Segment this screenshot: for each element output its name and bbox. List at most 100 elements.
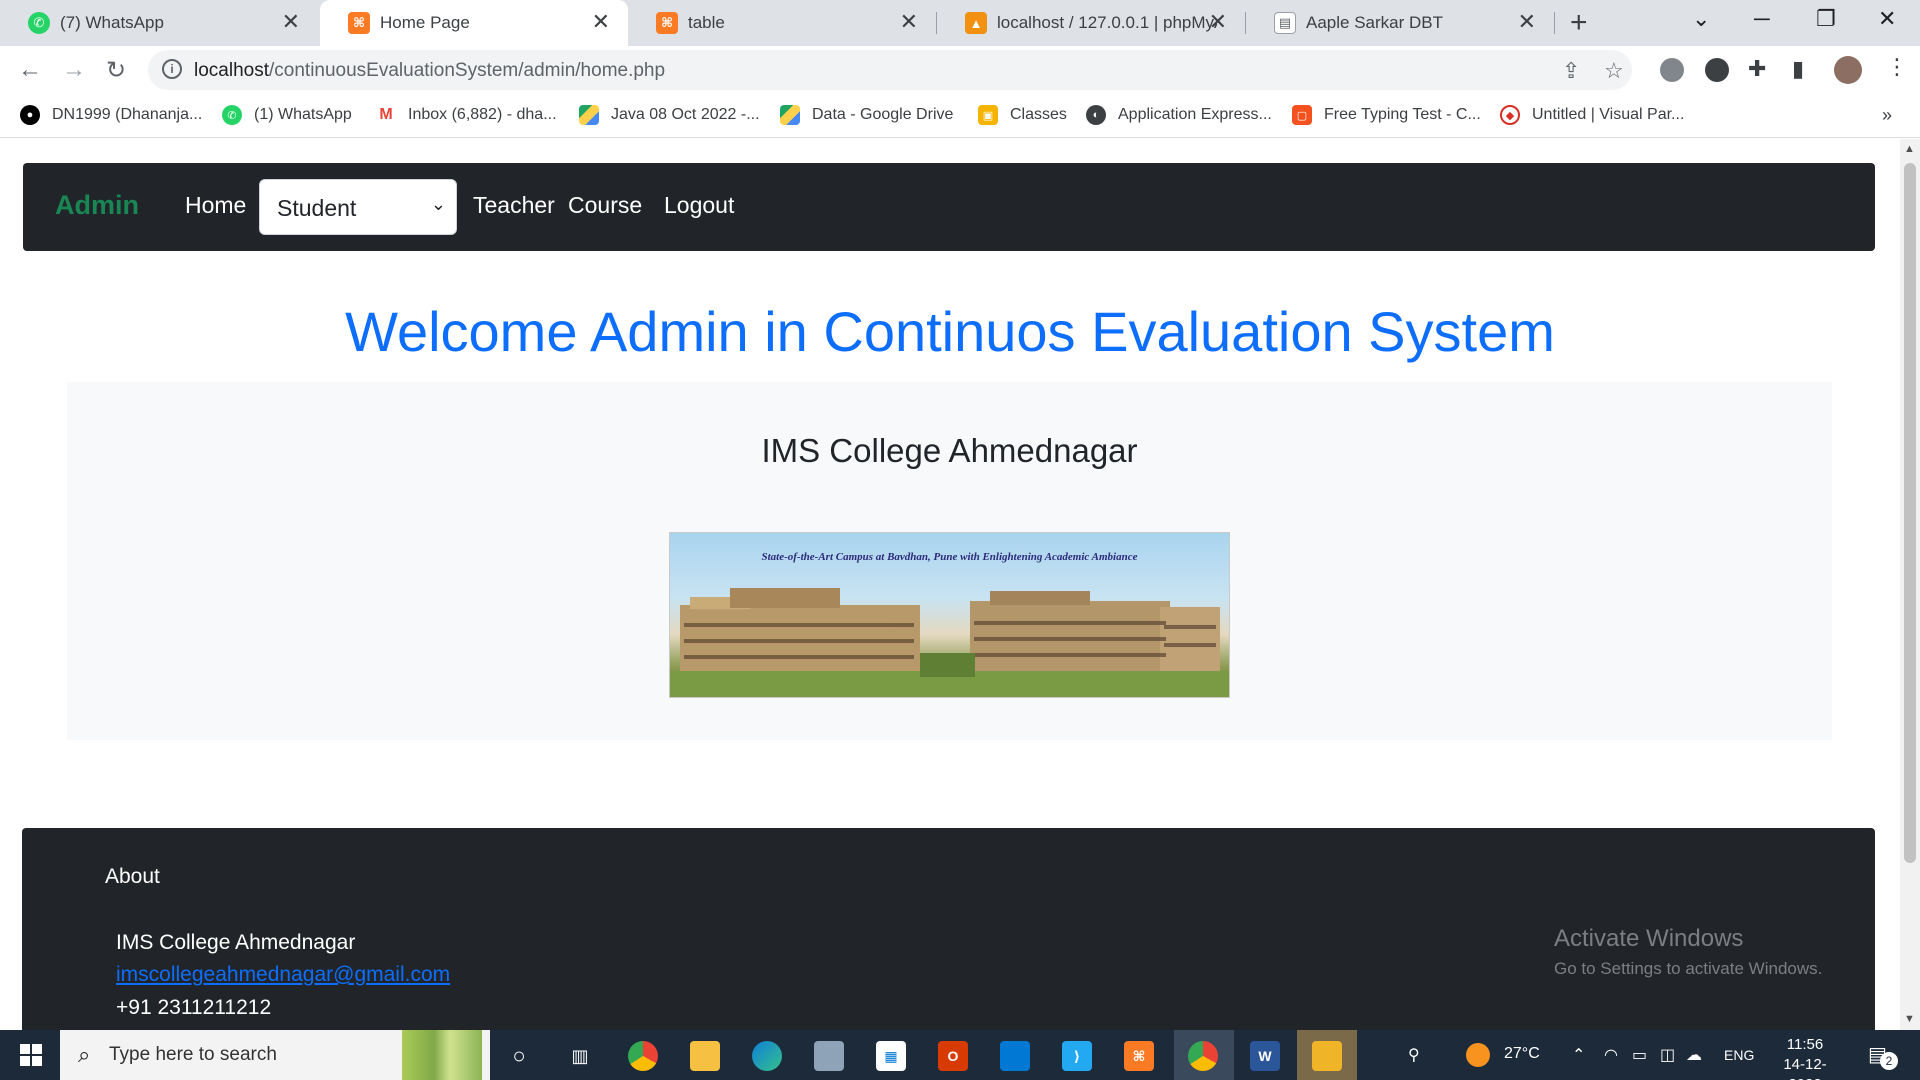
file-manager-icon[interactable] xyxy=(1312,1041,1342,1071)
task-view-icon[interactable]: ▥ xyxy=(565,1041,595,1071)
bookmark-item[interactable]: Data - Google Drive xyxy=(780,105,953,125)
restore-icon[interactable]: ❐ xyxy=(1816,6,1836,32)
network-icon[interactable]: ◠ xyxy=(1604,1045,1618,1065)
snipping-tool-icon[interactable] xyxy=(814,1041,844,1071)
nav-home-link[interactable]: Home xyxy=(185,192,246,219)
classroom-icon: ▣ xyxy=(978,105,998,125)
nav-course-link[interactable]: Course xyxy=(568,192,642,219)
search-icon: ⌕ xyxy=(78,1042,91,1067)
battery-icon[interactable]: ▭ xyxy=(1632,1045,1647,1065)
tab-whatsapp[interactable]: ✆ (7) WhatsApp ✕ xyxy=(0,0,318,46)
edge-icon[interactable] xyxy=(752,1041,782,1071)
close-tab-icon[interactable]: ✕ xyxy=(282,10,300,34)
close-window-icon[interactable]: ✕ xyxy=(1878,6,1896,32)
chat-icon: ▢ xyxy=(1292,105,1312,125)
scrollbar-thumb[interactable] xyxy=(1904,163,1916,863)
nav-teacher-link[interactable]: Teacher xyxy=(473,192,555,219)
reload-icon[interactable]: ↻ xyxy=(106,56,126,85)
bookmark-label: (1) WhatsApp xyxy=(254,106,352,123)
url-text[interactable]: localhost/continuousEvaluationSystem/adm… xyxy=(194,60,665,82)
bookmark-item[interactable]: Java 08 Oct 2022 -... xyxy=(579,105,760,125)
vscode-icon[interactable]: ⟩ xyxy=(1062,1041,1092,1071)
weather-temp[interactable]: 27°C xyxy=(1504,1045,1540,1063)
tab-title: Home Page xyxy=(380,13,470,32)
tab-title: Aaple Sarkar DBT xyxy=(1306,13,1443,32)
close-tab-icon[interactable]: ✕ xyxy=(1518,10,1536,34)
watermark-title: Activate Windows xyxy=(1554,925,1744,952)
people-icon[interactable]: ⚲ xyxy=(1408,1045,1420,1065)
student-select[interactable]: Student ⌄ xyxy=(259,179,457,235)
extension-cube-icon[interactable] xyxy=(1660,58,1684,82)
google-drive-icon xyxy=(780,105,800,125)
site-info-icon[interactable]: i xyxy=(162,59,182,79)
microsoft-store-icon[interactable]: ▦ xyxy=(876,1041,906,1071)
side-panel-icon[interactable]: ▮ xyxy=(1792,56,1804,82)
visual-paradigm-icon: ◆ xyxy=(1500,105,1520,125)
bookmark-label: DN1999 (Dhananja... xyxy=(52,106,203,123)
chrome-taskbar-icon[interactable] xyxy=(628,1041,658,1071)
tab-aaple-sarkar[interactable]: ▤ Aaple Sarkar DBT ✕ xyxy=(1246,0,1554,46)
profile-avatar[interactable] xyxy=(1834,56,1862,84)
taskbar-search-box[interactable]: ⌕ Type here to search xyxy=(60,1030,490,1080)
address-bar[interactable]: i localhost/continuousEvaluationSystem/a… xyxy=(148,50,1632,90)
bookmark-item[interactable]: M Inbox (6,882) - dha... xyxy=(376,105,557,125)
page-content: Admin Home Student ⌄ Teacher Course Logo… xyxy=(0,139,1900,1030)
weather-sun-icon[interactable] xyxy=(1466,1043,1490,1067)
nav-logout-link[interactable]: Logout xyxy=(664,192,734,219)
extensions-puzzle-icon[interactable]: ✚ xyxy=(1748,56,1766,82)
close-tab-icon[interactable]: ✕ xyxy=(592,10,610,34)
tab-search-chevron-icon[interactable]: ⌄ xyxy=(1692,6,1710,32)
word-icon[interactable]: W xyxy=(1250,1041,1280,1071)
footer-email-link[interactable]: imscollegeahmednagar@gmail.com xyxy=(116,963,450,987)
xampp-icon: ⌘ xyxy=(348,12,370,34)
footer-about-heading: About xyxy=(105,865,160,888)
xampp-icon: ⌘ xyxy=(656,12,678,34)
windows-start-icon[interactable] xyxy=(20,1044,42,1066)
close-tab-icon[interactable]: ✕ xyxy=(900,10,918,34)
onedrive-cloud-icon[interactable]: ☁ xyxy=(1686,1045,1702,1065)
notepad-app-icon[interactable] xyxy=(1000,1041,1030,1071)
navbar-brand[interactable]: Admin xyxy=(55,190,139,221)
gmail-icon: M xyxy=(376,105,396,125)
forward-icon[interactable]: → xyxy=(62,56,86,84)
bookmark-item[interactable]: ◆ Untitled | Visual Par... xyxy=(1500,105,1684,125)
more-bookmarks-label: » xyxy=(1882,105,1893,125)
scroll-down-arrow-icon[interactable]: ▼ xyxy=(1904,1013,1915,1025)
tab-title: (7) WhatsApp xyxy=(60,13,164,32)
scroll-up-arrow-icon[interactable]: ▲ xyxy=(1904,143,1915,155)
file-explorer-icon[interactable] xyxy=(690,1041,720,1071)
cortana-icon[interactable]: ○ xyxy=(504,1041,534,1071)
extension-grammar-icon[interactable] xyxy=(1705,58,1729,82)
bookmark-label: Inbox (6,882) - dha... xyxy=(408,106,557,123)
bookmark-label: Java 08 Oct 2022 -... xyxy=(611,106,760,123)
show-hidden-icons-chevron-icon[interactable]: ⌃ xyxy=(1572,1045,1585,1065)
office-icon[interactable]: O xyxy=(938,1041,968,1071)
bookmark-item[interactable]: ✆ (1) WhatsApp xyxy=(222,105,352,125)
tab-home-page[interactable]: ⌘ Home Page ✕ xyxy=(320,0,628,46)
tab-phpmyadmin[interactable]: ▲ localhost / 127.0.0.1 | phpMyA ✕ xyxy=(937,0,1245,46)
tab-table[interactable]: ⌘ table ✕ xyxy=(628,0,936,46)
github-icon: ● xyxy=(20,105,40,125)
footer-college-name: IMS College Ahmednagar xyxy=(116,931,356,954)
menu-kebab-icon[interactable]: ⋮ xyxy=(1886,54,1908,80)
close-tab-icon[interactable]: ✕ xyxy=(1209,10,1227,34)
college-name: IMS College Ahmednagar xyxy=(761,432,1138,469)
search-highlight-image xyxy=(402,1030,482,1080)
minimize-icon[interactable]: ─ xyxy=(1754,6,1770,32)
chrome-profile-taskbar-icon[interactable] xyxy=(1188,1041,1218,1071)
bookmark-item[interactable]: ◐ Application Express... xyxy=(1086,105,1272,125)
bookmark-star-icon[interactable]: ☆ xyxy=(1604,58,1624,84)
bookmark-item[interactable]: ● DN1999 (Dhananja... xyxy=(20,105,202,125)
windows-taskbar: ⌕ Type here to search ○ ▥ ▦ O ⟩ ⌘ W ⚲ 27… xyxy=(0,1030,1920,1080)
xampp-taskbar-icon[interactable]: ⌘ xyxy=(1124,1041,1154,1071)
taskbar-clock[interactable]: 11:56 14-12-2022 xyxy=(1768,1035,1842,1080)
language-indicator[interactable]: ENG xyxy=(1724,1047,1754,1063)
share-icon[interactable]: ⇪ xyxy=(1562,58,1580,84)
volume-icon[interactable]: ◫ xyxy=(1660,1045,1675,1065)
back-icon[interactable]: ← xyxy=(18,56,42,84)
new-tab-icon[interactable]: + xyxy=(1570,6,1588,40)
bookmark-item[interactable]: ▢ Free Typing Test - C... xyxy=(1292,105,1481,125)
bookmark-item[interactable]: ▣ Classes xyxy=(978,105,1067,125)
page-scrollbar[interactable]: ▲ ▼ xyxy=(1900,139,1920,1030)
more-bookmarks-icon[interactable]: » xyxy=(1882,105,1892,126)
